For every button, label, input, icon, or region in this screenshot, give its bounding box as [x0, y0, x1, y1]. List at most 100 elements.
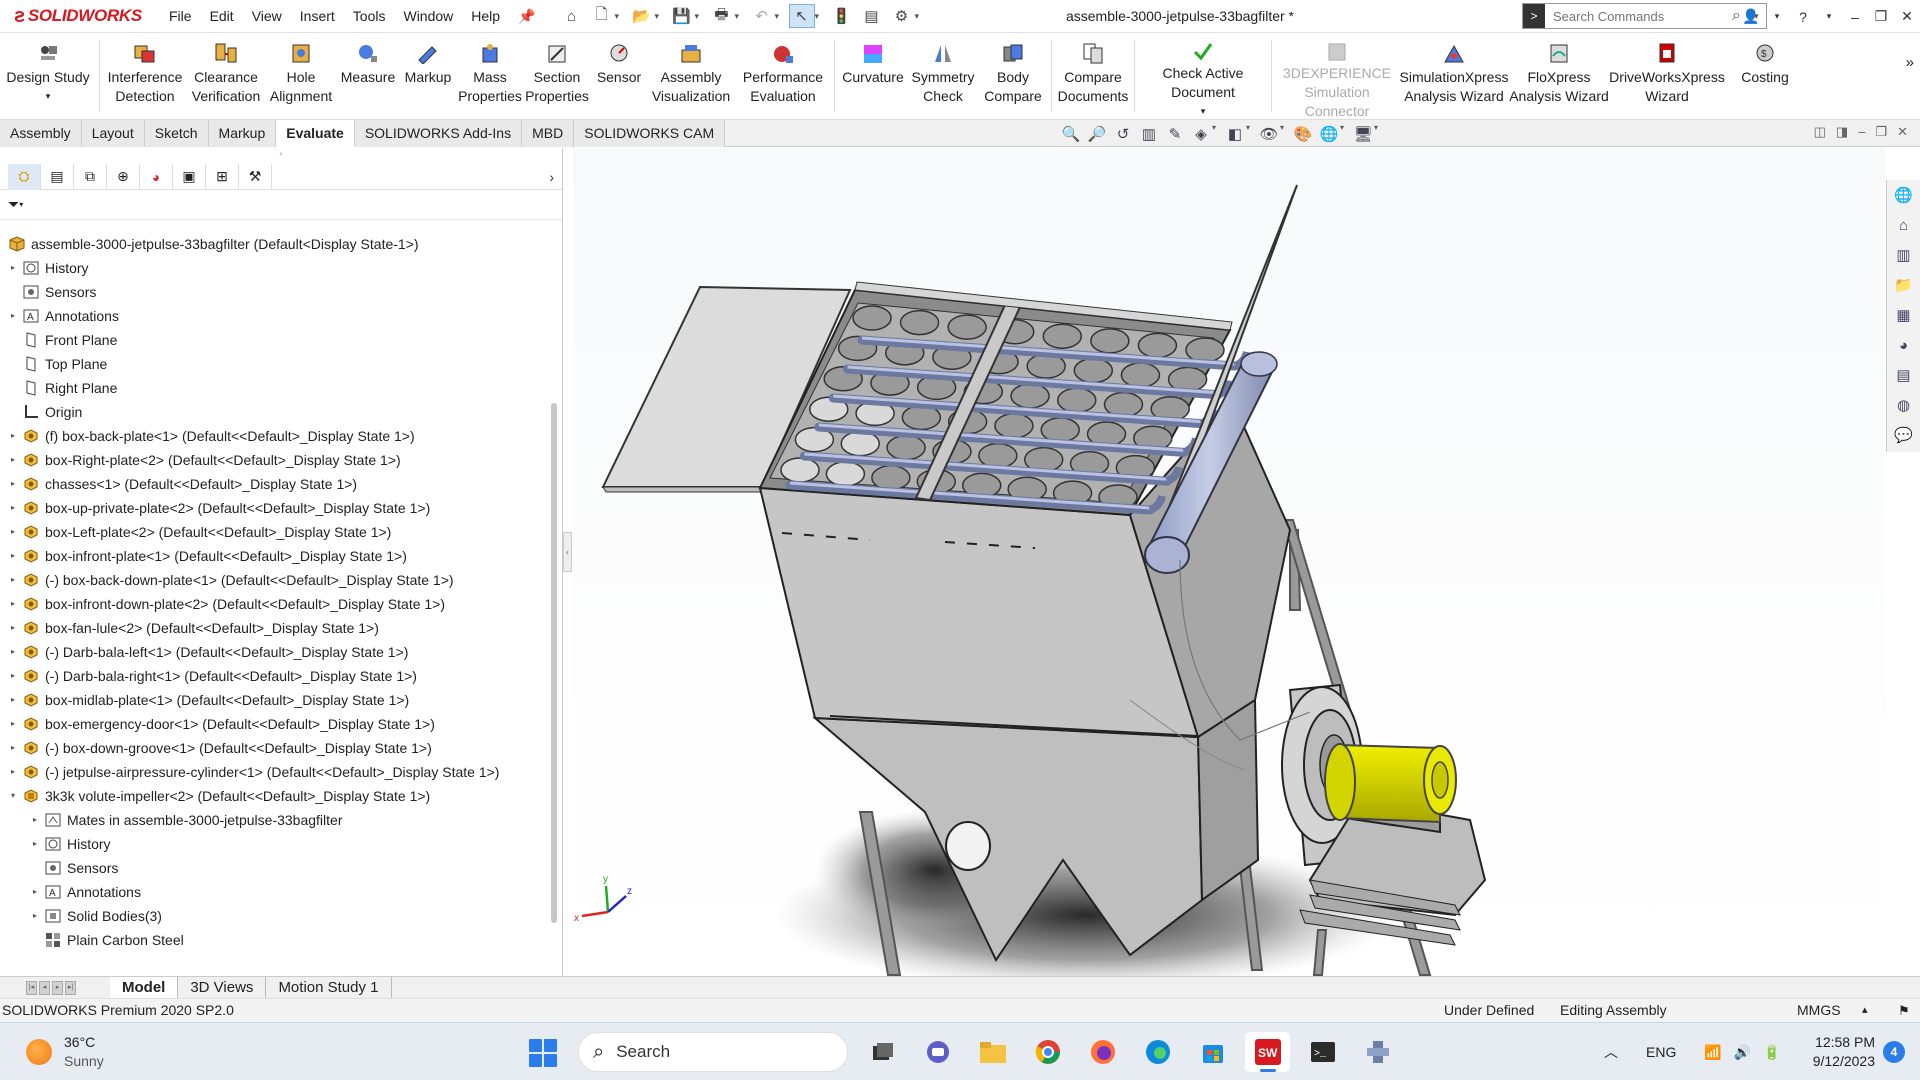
tree-item[interactable]: Sensors [0, 856, 548, 880]
notification-badge[interactable]: 4 [1883, 1041, 1905, 1063]
print-icon[interactable]: 🖶 [709, 4, 735, 28]
pin-icon[interactable]: 📌 [509, 8, 544, 25]
chevron-down-icon[interactable]: ▾ [1280, 123, 1288, 145]
assembly-visualization-button[interactable]: Assembly Visualization [647, 34, 735, 119]
performance-evaluation-button[interactable]: Performance Evaluation [735, 34, 831, 119]
chevron-down-icon[interactable]: ▾ [655, 11, 665, 22]
tree-item[interactable]: ▸ (-) Darb-bala-right<1> (Default<<Defaul… [0, 664, 548, 688]
prev-tab-icon[interactable]: ◂ [39, 980, 50, 995]
volume-icon[interactable]: 🔊 [1734, 1044, 1751, 1061]
costing-button[interactable]: $ Costing [1725, 34, 1805, 119]
filter-icon[interactable]: ⏷ [8, 196, 19, 213]
chevron-down-icon[interactable]: ▾ [1374, 123, 1382, 145]
select-arrow-icon[interactable]: ↖ [788, 4, 815, 28]
tree-item[interactable]: ▸ box-Right-plate<2> (Default<<Default>_D… [0, 448, 548, 472]
open-icon[interactable]: 📂 [629, 4, 655, 28]
tab-sketch[interactable]: Sketch [144, 120, 209, 147]
tree-item[interactable]: Top Plane [0, 352, 548, 376]
next-tab-icon[interactable]: ▸ [52, 980, 63, 995]
expand-arrow-icon[interactable]: ▸ [8, 472, 18, 496]
chevron-up-icon[interactable]: ▴ [1862, 999, 1868, 1022]
tree-item[interactable]: ▾ 3k3k volute-impeller<2> (Default<<Defau… [0, 784, 548, 808]
clock[interactable]: 12:58 PM 9/12/2023 [1797, 1033, 1875, 1071]
tree-item[interactable]: ▸ Mates in assemble-3000-jetpulse-33bagfi… [0, 808, 548, 832]
file-explorer-icon[interactable] [970, 1032, 1015, 1072]
more-commands-icon[interactable]: » [1900, 34, 1920, 119]
driveworksxpress-button[interactable]: DriveWorksXpress Wizard [1609, 34, 1725, 119]
tree-item[interactable]: Sensors [0, 280, 548, 304]
viewport-minimize-icon[interactable]: – [1858, 124, 1865, 140]
last-tab-icon[interactable]: ▸| [65, 980, 76, 995]
view-palette-icon[interactable]: ▦ [1891, 302, 1917, 328]
home-icon[interactable]: ⌂ [559, 4, 585, 28]
compare-documents-button[interactable]: Compare Documents [1055, 34, 1131, 119]
expand-arrow-icon[interactable]: ▸ [8, 640, 18, 664]
menu-edit[interactable]: Edit [201, 8, 243, 24]
tree-item[interactable]: ▸ box-midlab-plate<1> (Default<<Default>_… [0, 688, 548, 712]
menu-file[interactable]: File [160, 8, 201, 24]
collapse-arrow-icon[interactable]: ▾ [8, 784, 18, 808]
3dexperience-button[interactable]: 3DEXPERIENCE Simulation Connector [1275, 34, 1399, 119]
expand-arrow-icon[interactable]: ▸ [8, 616, 18, 640]
start-button[interactable] [529, 1039, 557, 1067]
tree-item[interactable]: ▸ History [0, 256, 548, 280]
tree-item[interactable]: ▸ A Annotations [0, 880, 548, 904]
chevron-right-icon[interactable]: › [549, 169, 554, 185]
curvature-button[interactable]: Curvature [838, 34, 908, 119]
tab-layout[interactable]: Layout [81, 120, 145, 147]
tree-item[interactable]: Origin [0, 400, 548, 424]
tree-vertical-scrollbar[interactable] [551, 403, 557, 923]
chevron-down-icon[interactable]: ▾ [1201, 102, 1206, 121]
zoom-to-area-icon[interactable]: 🔎 [1086, 123, 1108, 145]
tree-item[interactable]: Right Plane [0, 376, 548, 400]
hole-alignment-button[interactable]: Hole Alignment [265, 34, 337, 119]
panel-collapse-handle[interactable]: ‹ [563, 532, 572, 572]
tree-item[interactable]: ▸ (-) jetpulse-airpressure-cylinder<1> (D… [0, 760, 548, 784]
first-tab-icon[interactable]: |◂ [26, 980, 37, 995]
cam-feature-tree-tab-icon[interactable]: ▣ [173, 163, 206, 190]
tab-solidworks-cam[interactable]: SOLIDWORKS CAM [574, 120, 726, 147]
chevron-down-icon[interactable]: ▾ [19, 200, 23, 209]
command-search-input[interactable] [1545, 8, 1732, 24]
chevron-down-icon[interactable]: ▾ [1764, 11, 1790, 22]
chevron-down-icon[interactable]: ▾ [1212, 123, 1220, 145]
expand-arrow-icon[interactable]: ▸ [8, 520, 18, 544]
save-icon[interactable]: 💾 [669, 4, 695, 28]
floxpress-button[interactable]: FloXpress Analysis Wizard [1509, 34, 1609, 119]
unit-system[interactable]: MMGS [1797, 999, 1841, 1022]
zoom-to-fit-icon[interactable]: 🔍 [1060, 123, 1082, 145]
solidworks-taskbar-icon[interactable]: SW [1245, 1032, 1290, 1072]
microsoft-store-icon[interactable] [1190, 1032, 1235, 1072]
tree-item[interactable]: ▸ Solid Bodies(3) [0, 904, 548, 928]
weather-widget[interactable]: 36°C Sunny [26, 1033, 104, 1071]
menu-window[interactable]: Window [394, 8, 462, 24]
expand-arrow-icon[interactable]: ▸ [8, 448, 18, 472]
tree-root-assembly[interactable]: assemble-3000-jetpulse-33bagfilter (Defa… [0, 232, 548, 256]
teams-chat-icon[interactable] [915, 1032, 960, 1072]
expand-arrow-icon[interactable]: ▸ [30, 832, 40, 856]
display-manager-tab-icon[interactable]: ◕ [140, 163, 173, 190]
viewport-close-icon[interactable]: ✕ [1897, 124, 1908, 140]
restore-icon[interactable]: ❐ [1868, 8, 1894, 25]
apply-scene-icon[interactable]: 🌐 [1318, 123, 1340, 145]
design-study-button[interactable]: Design Study ▾ [0, 34, 96, 119]
tree-item[interactable]: ▸ box-up-private-plate<2> (Default<<Defau… [0, 496, 548, 520]
appearances-icon[interactable]: ◕ [1891, 332, 1917, 358]
tree-item[interactable]: ▸ (-) Darb-bala-left<1> (Default<<Default… [0, 640, 548, 664]
tree-item[interactable]: ▸ box-fan-lule<2> (Default<<Default>_Disp… [0, 616, 548, 640]
expand-arrow-icon[interactable]: ▸ [8, 712, 18, 736]
rebuild-icon[interactable]: 🚦 [829, 4, 855, 28]
chevron-down-icon[interactable]: ▾ [1246, 123, 1254, 145]
taskbar-search[interactable]: ⌕ Search [578, 1032, 848, 1072]
previous-view-icon[interactable]: ↺ [1112, 123, 1134, 145]
expand-arrow-icon[interactable]: ▸ [30, 808, 40, 832]
close-icon[interactable]: ✕ [1894, 8, 1920, 25]
dynamic-annotation-icon[interactable]: ✎ [1164, 123, 1186, 145]
tree-item[interactable]: Plain Carbon Steel [0, 928, 548, 952]
help-icon[interactable]: ? [1790, 9, 1816, 25]
view-orientation-icon[interactable]: ◈ [1190, 123, 1212, 145]
expand-arrow-icon[interactable]: ▸ [8, 424, 18, 448]
input-language[interactable]: ENG [1646, 1044, 1676, 1060]
options-gear-icon[interactable]: ⚙ [889, 4, 915, 28]
tab-solidworks-add-ins[interactable]: SOLIDWORKS Add-Ins [354, 120, 523, 147]
